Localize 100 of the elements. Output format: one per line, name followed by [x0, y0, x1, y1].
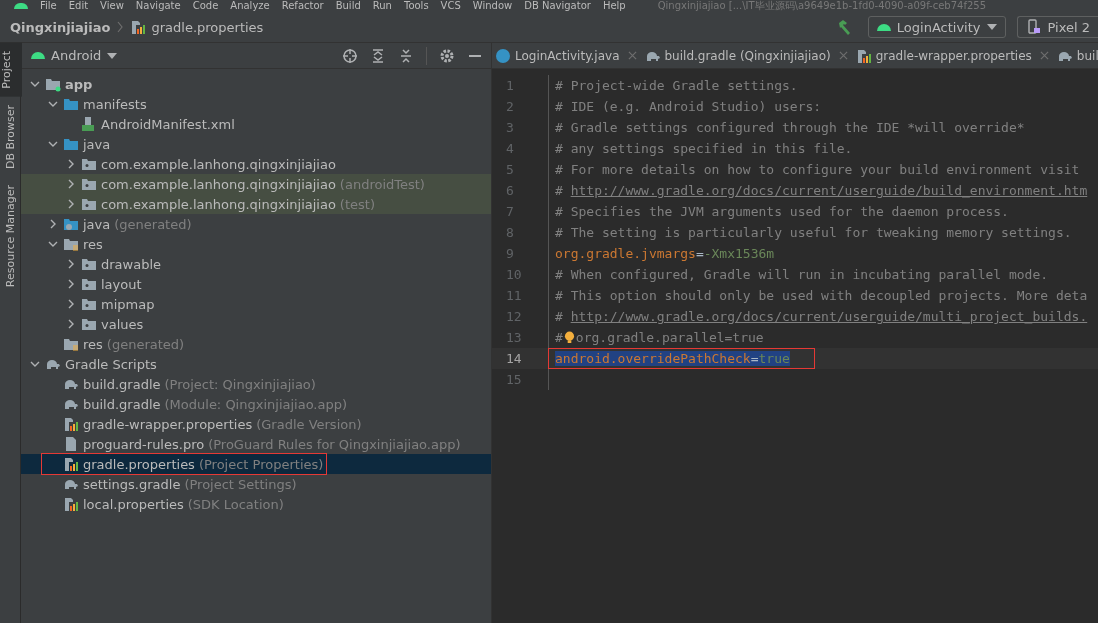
link[interactable]: http://www.gradle.org/docs/current/userguide/build_environment.htm — [570, 183, 1088, 198]
tree-item[interactable]: build.gradle (Module: Qingxinjiajiao.app) — [21, 394, 491, 414]
tool-window-tab[interactable]: Resource Manager — [1, 176, 19, 295]
menu-item[interactable]: Analyze — [230, 0, 270, 12]
code-text: # — [555, 183, 564, 198]
tree-item[interactable]: settings.gradle (Project Settings) — [21, 474, 491, 494]
menu-item[interactable]: File — [40, 0, 57, 12]
tree-item[interactable]: build.gradle (Project: Qingxinjiajiao) — [21, 374, 491, 394]
code-text: # IDE (e.g. Android Studio) users: — [555, 99, 822, 114]
line-number: 6 — [505, 183, 515, 198]
tool-window-tab[interactable]: DB Browser — [1, 96, 19, 177]
class-icon — [495, 47, 511, 64]
tree-item[interactable]: java — [21, 134, 491, 154]
settings-icon[interactable] — [439, 47, 455, 64]
code-text: # — [555, 330, 563, 345]
tree-item[interactable]: res (generated) — [21, 334, 491, 354]
chevron-down-icon[interactable] — [30, 359, 40, 369]
menu-item[interactable]: VCS — [440, 0, 461, 12]
code-text: true — [758, 351, 790, 366]
menu-item[interactable]: DB Navigator — [524, 0, 591, 12]
line-number: 4 — [505, 141, 515, 156]
tree-item[interactable]: Gradle Scripts — [21, 354, 491, 374]
chevron-down-icon[interactable] — [48, 239, 58, 249]
folder-icon — [81, 196, 97, 212]
collapse-all-icon[interactable] — [398, 47, 414, 64]
code-text: -Xmx1536m — [703, 246, 775, 261]
menu-item[interactable]: Navigate — [135, 0, 181, 12]
expand-all-icon[interactable] — [370, 47, 386, 64]
menu-item[interactable]: Refactor — [281, 0, 324, 12]
folder-icon — [81, 316, 97, 332]
line-number: 15 — [505, 372, 523, 387]
code-text: org.gradle.parallel=true — [575, 330, 764, 345]
android-icon — [14, 3, 28, 9]
tree-item[interactable]: mipmap — [21, 294, 491, 314]
menu-item[interactable]: Help — [602, 0, 626, 12]
tree-item[interactable]: local.properties (SDK Location) — [21, 494, 491, 514]
device-dropdown[interactable]: Pixel 2 — [1016, 16, 1098, 38]
editor-tab[interactable]: buil — [1053, 43, 1098, 68]
tree-item[interactable]: com.example.lanhong.qingxinjiajiao (androidTest) — [21, 174, 491, 194]
menu-item[interactable]: Run — [372, 0, 392, 12]
menu-item[interactable]: Tools — [403, 0, 429, 12]
line-number: 5 — [505, 162, 515, 177]
resource-folder-icon — [63, 236, 79, 252]
folder-gear-icon — [63, 216, 79, 232]
editor-tab[interactable]: gradle-wrapper.properties — [852, 43, 1054, 68]
run-configuration-dropdown[interactable]: LoginActivity — [867, 16, 1006, 38]
bar-chart-file-icon — [855, 47, 872, 64]
code-text: # any settings specified in this file. — [555, 141, 853, 156]
code-text: # For more details on how to configure your build environment visit — [555, 162, 1080, 177]
code-text: = — [750, 351, 759, 366]
line-number: 3 — [505, 120, 515, 135]
folder-icon — [81, 276, 97, 292]
editor-tab[interactable]: LoginActivity.java — [492, 43, 642, 68]
menu-item[interactable]: Edit — [68, 0, 89, 12]
lightbulb-icon[interactable] — [563, 331, 575, 344]
bar-chart-file-icon — [130, 19, 147, 35]
menu-item[interactable]: View — [100, 0, 124, 12]
breadcrumb-item[interactable]: gradle.properties — [151, 19, 264, 35]
code-text: = — [695, 246, 704, 261]
view-selector[interactable]: Android — [51, 48, 102, 63]
link[interactable]: http://www.gradle.org/docs/current/userguide/multi_project_builds. — [570, 309, 1088, 324]
android-icon — [31, 52, 45, 59]
code-text: # The setting is particularly useful for tweaking memory settings. — [555, 225, 1072, 240]
tree-item[interactable]: AndroidManifest.xml — [21, 114, 491, 134]
bar-chart-file-icon — [63, 496, 79, 512]
tree-item[interactable]: layout — [21, 274, 491, 294]
tree-item[interactable]: com.example.lanhong.qingxinjiajiao — [21, 154, 491, 174]
tree-item[interactable]: java (generated) — [21, 214, 491, 234]
line-number: 8 — [505, 225, 515, 240]
line-number: 14 — [505, 351, 523, 366]
folder-icon — [81, 296, 97, 312]
tree-item[interactable]: values — [21, 314, 491, 334]
code-text: # This option should only be used with decoupled projects. More deta — [555, 288, 1088, 303]
caret-icon — [986, 24, 997, 30]
manifest-file-icon — [81, 116, 97, 132]
tree-item[interactable]: manifests — [21, 94, 491, 114]
line-number: 2 — [505, 99, 515, 114]
menu-item[interactable]: Code — [192, 0, 219, 12]
code-text: org.gradle.jvmargs — [555, 246, 696, 261]
tree-item[interactable]: res — [21, 234, 491, 254]
line-number: 11 — [505, 288, 523, 303]
crosshair-icon[interactable] — [342, 47, 358, 64]
tree-item[interactable]: com.example.lanhong.qingxinjiajiao (test) — [21, 194, 491, 214]
bar-chart-file-icon — [63, 416, 79, 432]
tree-item[interactable]: app — [21, 74, 491, 94]
tool-window-tab[interactable]: Project — [0, 43, 22, 97]
tree-item[interactable]: gradle-wrapper.properties (Gradle Version) — [21, 414, 491, 434]
chevron-down-icon[interactable] — [48, 139, 58, 149]
tree-item[interactable]: proguard-rules.pro (ProGuard Rules for Qingxinjiajiao.app) — [21, 434, 491, 454]
tree-item[interactable]: drawable — [21, 254, 491, 274]
menu-item[interactable]: Build — [335, 0, 361, 12]
menu-item[interactable]: Window — [472, 0, 513, 12]
breadcrumb-item[interactable]: Qingxinjiajiao — [10, 19, 111, 35]
line-number: 13 — [505, 330, 523, 345]
bar-chart-file-icon — [63, 456, 79, 472]
editor-tab[interactable]: build.gradle (Qingxinjiajiao) — [641, 43, 853, 68]
android-icon — [876, 23, 891, 31]
line-number: 12 — [505, 309, 523, 324]
code-text: # Gradle settings configured through the IDE *will override* — [555, 120, 1025, 135]
tree-item[interactable]: gradle.properties (Project Properties) — [21, 454, 491, 474]
